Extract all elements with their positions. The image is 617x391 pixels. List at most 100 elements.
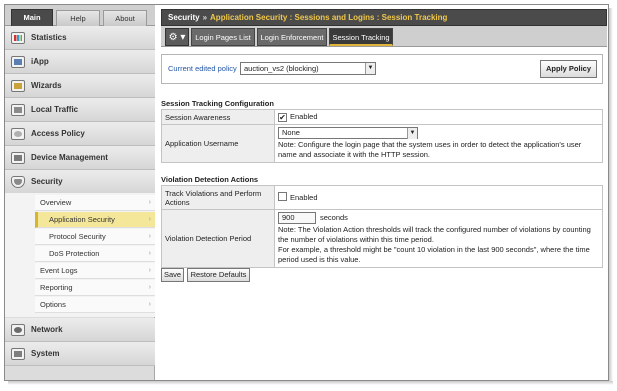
table-row: Violation Detection Period 900 seconds No…: [161, 209, 603, 268]
tab-login-pages-list[interactable]: Login Pages List: [191, 28, 255, 46]
nav-item-iapp[interactable]: iApp: [5, 50, 155, 74]
chevron-right-icon: ›: [148, 199, 151, 206]
chevron-right-icon: ›: [148, 233, 151, 240]
security-icon: [11, 176, 25, 188]
restore-defaults-button[interactable]: Restore Defaults: [187, 268, 250, 282]
nav-item-network[interactable]: Network: [5, 318, 155, 342]
nav-tab-about[interactable]: About: [103, 10, 147, 26]
nav-tab-main[interactable]: Main: [11, 9, 53, 26]
submenu-label: Overview: [40, 198, 72, 207]
application-username-select[interactable]: None ▼: [278, 127, 418, 139]
nav-item-access-policy[interactable]: Access Policy: [5, 122, 155, 146]
chevron-down-icon: ▼: [365, 63, 375, 74]
page-tab-bar: ⚙ ▾ Login Pages List Login Enforcement S…: [161, 26, 607, 47]
submenu-item-application-security[interactable]: Application Security ›: [35, 212, 155, 228]
session-awareness-checkbox[interactable]: ✔: [278, 113, 287, 122]
track-violations-checkbox[interactable]: [278, 192, 287, 201]
submenu-label: Reporting: [40, 283, 73, 292]
chevron-right-icon: ›: [148, 267, 151, 274]
violation-detection-period-label: Violation Detection Period: [161, 209, 275, 268]
current-policy-value: auction_vs2 (blocking): [244, 64, 319, 73]
violation-detection-period-cell: 900 seconds Note: The Violation Action th…: [274, 209, 603, 268]
submenu-item-event-logs[interactable]: Event Logs ›: [35, 263, 155, 279]
current-policy-select[interactable]: auction_vs2 (blocking) ▼: [240, 62, 376, 75]
table-row: Application Username None ▼ Note: Config…: [161, 124, 603, 163]
nav-item-label: Security: [31, 177, 63, 186]
nav-item-security[interactable]: Security: [5, 170, 155, 194]
nav-item-label: Local Traffic: [31, 105, 79, 114]
apply-policy-button[interactable]: Apply Policy: [540, 60, 597, 78]
application-username-note: Note: Configure the login page that the …: [278, 140, 582, 159]
submenu-item-overview[interactable]: Overview ›: [35, 195, 155, 211]
device-management-icon: [11, 152, 25, 164]
nav-item-system[interactable]: System: [5, 342, 155, 366]
period-unit: seconds: [320, 213, 348, 222]
submenu-item-reporting[interactable]: Reporting ›: [35, 280, 155, 296]
violation-detection-example: For example, a threshold might be "count…: [278, 245, 590, 264]
nav-item-label: System: [31, 349, 60, 358]
nav-item-label: Statistics: [31, 33, 67, 42]
session-awareness-label: Session Awareness: [161, 109, 275, 125]
violation-detection-note: Note: The Violation Action thresholds wi…: [278, 225, 591, 244]
app-window: Main Help About Statistics iApp Wizards …: [4, 4, 609, 381]
save-button[interactable]: Save: [161, 268, 184, 282]
statistics-icon: [11, 32, 25, 44]
breadcrumb: Security» Application Security : Sessions…: [161, 9, 607, 26]
submenu-item-protocol-security[interactable]: Protocol Security ›: [35, 229, 155, 245]
session-awareness-cell: ✔ Enabled: [274, 109, 603, 125]
breadcrumb-separator-icon: »: [202, 13, 208, 22]
access-policy-icon: [11, 128, 25, 140]
system-icon: [11, 348, 25, 360]
submenu-label: Protocol Security: [49, 232, 106, 241]
violation-detection-period-input[interactable]: 900: [278, 212, 316, 224]
chevron-right-icon: ›: [148, 250, 151, 257]
chevron-right-icon: ›: [148, 216, 151, 223]
iapp-icon: [11, 56, 25, 68]
submenu-item-options[interactable]: Options ›: [35, 297, 155, 313]
wizards-icon: [11, 80, 25, 92]
session-tracking-section-title: Session Tracking Configuration: [161, 99, 274, 108]
gear-icon[interactable]: ⚙ ▾: [165, 28, 189, 46]
submenu-label: Application Security: [49, 215, 115, 224]
current-policy-label: Current edited policy: [168, 64, 237, 73]
nav-item-label: Wizards: [31, 81, 62, 90]
chevron-right-icon: ›: [148, 284, 151, 291]
chevron-right-icon: ›: [148, 301, 151, 308]
application-username-label: Application Username: [161, 124, 275, 163]
violation-detection-table: Track Violations and Perform Actions Ena…: [161, 185, 603, 268]
nav-item-local-traffic[interactable]: Local Traffic: [5, 98, 155, 122]
nav-item-label: Access Policy: [31, 129, 85, 138]
application-username-cell: None ▼ Note: Configure the login page th…: [274, 124, 603, 163]
session-tracking-table: Session Awareness ✔ Enabled Application U…: [161, 109, 603, 163]
network-icon: [11, 324, 25, 336]
window-shadow-bottom: [8, 381, 613, 385]
track-violations-value: Enabled: [290, 193, 318, 202]
breadcrumb-trail: Application Security : Sessions and Logi…: [210, 13, 448, 22]
left-navigation: Main Help About Statistics iApp Wizards …: [5, 5, 155, 380]
submenu-label: Options: [40, 300, 66, 309]
window-shadow-right: [609, 8, 613, 383]
chevron-down-icon: ▼: [407, 128, 417, 139]
current-policy-bar: Current edited policy auction_vs2 (block…: [161, 54, 603, 84]
submenu-label: Event Logs: [40, 266, 78, 275]
table-row: Track Violations and Perform Actions Ena…: [161, 185, 603, 210]
track-violations-label: Track Violations and Perform Actions: [161, 185, 275, 210]
tab-login-enforcement[interactable]: Login Enforcement: [257, 28, 327, 46]
local-traffic-icon: [11, 104, 25, 116]
violation-detection-section-title: Violation Detection Actions: [161, 175, 259, 184]
nav-tab-bar: Main Help About: [5, 5, 155, 26]
nav-item-label: iApp: [31, 57, 49, 66]
submenu-label: DoS Protection: [49, 249, 100, 258]
nav-tab-help[interactable]: Help: [56, 10, 100, 26]
nav-item-device-management[interactable]: Device Management: [5, 146, 155, 170]
nav-item-wizards[interactable]: Wizards: [5, 74, 155, 98]
tab-session-tracking[interactable]: Session Tracking: [329, 28, 393, 46]
nav-item-label: Network: [31, 325, 63, 334]
session-awareness-value: Enabled: [290, 112, 318, 121]
breadcrumb-section: Security: [168, 13, 200, 22]
track-violations-cell: Enabled: [274, 185, 603, 210]
nav-item-label: Device Management: [31, 153, 108, 162]
submenu-item-dos-protection[interactable]: DoS Protection ›: [35, 246, 155, 262]
table-row: Session Awareness ✔ Enabled: [161, 109, 603, 125]
nav-item-statistics[interactable]: Statistics: [5, 26, 155, 50]
